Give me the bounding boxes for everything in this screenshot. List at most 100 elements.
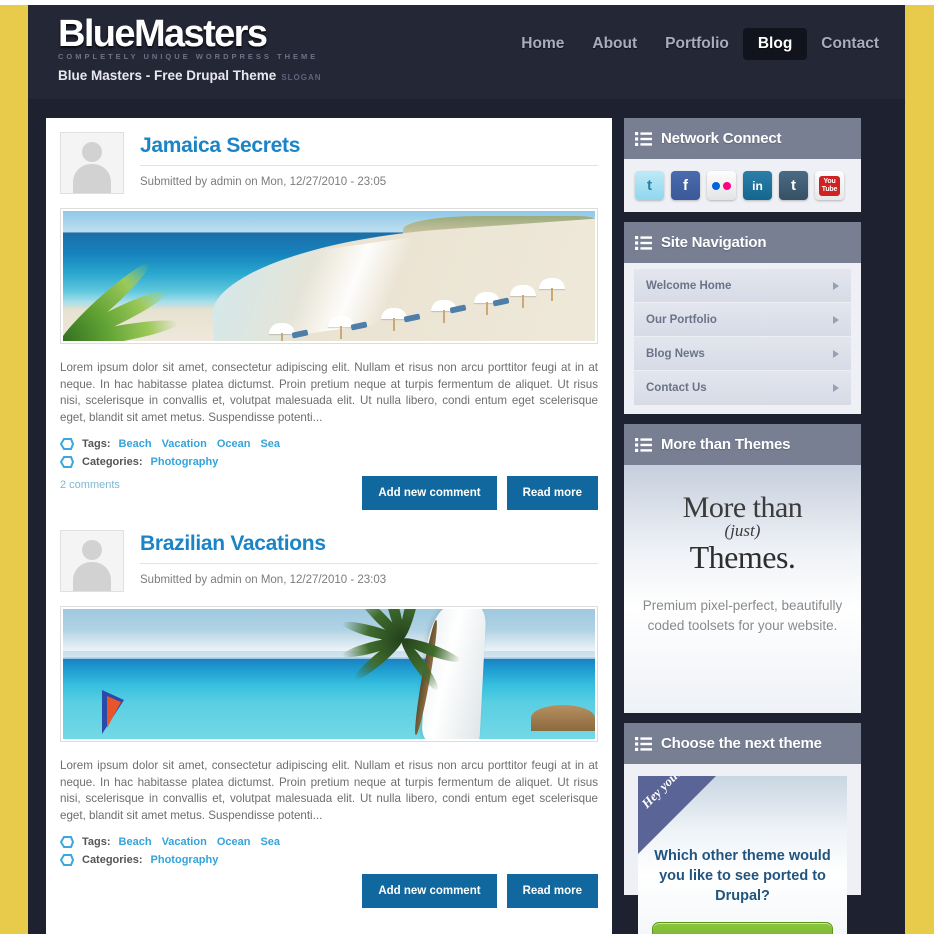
poll-question: Which other theme would you like to see … xyxy=(654,848,831,904)
list-icon xyxy=(635,437,652,452)
tags-terms: Beach Vacation Ocean Sea xyxy=(119,836,281,848)
youtube-icon[interactable]: You Tube xyxy=(815,171,844,200)
list-icon xyxy=(635,131,652,146)
sidebar-nav-welcome-home[interactable]: Welcome Home xyxy=(634,269,851,303)
tags-terms: Beach Vacation Ocean Sea xyxy=(119,438,281,450)
tag-icon xyxy=(60,438,74,450)
nav-item-home[interactable]: Home xyxy=(507,29,578,59)
beach-chair-icon xyxy=(449,304,467,314)
tag-link[interactable]: Beach xyxy=(119,438,152,450)
nav-item-about[interactable]: About xyxy=(578,29,651,59)
slogan-text: Blue Masters - Free Drupal Theme xyxy=(58,68,277,83)
sidebar-nav-our-portfolio[interactable]: Our Portfolio xyxy=(634,303,851,337)
post-actions: Add new comment Read more xyxy=(362,476,598,510)
logo-primary: Blue xyxy=(58,13,136,55)
widget-network-connect: Network Connect t f in t You Tube xyxy=(624,118,861,212)
columns: Jamaica Secrets Submitted by admin on Mo… xyxy=(46,118,887,934)
tags-row: Tags: Beach Vacation Ocean Sea xyxy=(60,836,598,848)
sidebar-nav-label: Blog News xyxy=(646,347,705,360)
poll-card[interactable]: Hey you! Which other theme would you lik… xyxy=(638,776,847,934)
main-navigation: Home About Portfolio Blog Contact xyxy=(507,28,893,60)
post-image[interactable] xyxy=(60,606,598,742)
sidebar: Network Connect t f in t You Tube Site N… xyxy=(624,118,861,934)
mtt-logo-line1: More than xyxy=(682,491,803,524)
read-more-button[interactable]: Read more xyxy=(506,874,598,908)
tags-label: Tags: xyxy=(82,836,111,848)
mtt-logo-just: (just) xyxy=(724,521,761,540)
post-header-meta: Jamaica Secrets Submitted by admin on Mo… xyxy=(140,132,598,194)
blog-post: Jamaica Secrets Submitted by admin on Mo… xyxy=(60,132,598,522)
jamaica-beach-photo xyxy=(63,211,595,341)
widget-header: More than Themes xyxy=(624,424,861,465)
windsurf-sail xyxy=(100,690,134,736)
beach-hut xyxy=(531,705,595,732)
add-new-comment-button[interactable]: Add new comment xyxy=(362,874,497,908)
sidebar-nav-contact-us[interactable]: Contact Us xyxy=(634,371,851,405)
slogan-tag: SLOGAN xyxy=(281,73,322,82)
tag-link[interactable]: Vacation xyxy=(162,438,207,450)
content-band: Jamaica Secrets Submitted by admin on Mo… xyxy=(28,99,905,934)
post-title[interactable]: Brazilian Vacations xyxy=(140,532,598,556)
tag-link[interactable]: Ocean xyxy=(217,836,251,848)
tag-link[interactable]: Sea xyxy=(260,836,280,848)
category-icon xyxy=(60,854,74,866)
post-submitted: Submitted by admin on Mon, 12/27/2010 - … xyxy=(140,176,387,188)
post-title[interactable]: Jamaica Secrets xyxy=(140,134,598,158)
tumblr-icon[interactable]: t xyxy=(779,171,808,200)
poll-vote-button[interactable] xyxy=(652,922,833,934)
comments-link[interactable]: 2 comments xyxy=(60,479,120,491)
palm-fronds-group xyxy=(63,240,350,341)
site-logo[interactable]: BlueMasters COMPLETELY UNIQUE WORDPRESS … xyxy=(58,13,318,61)
widget-body: t f in t You Tube xyxy=(624,159,861,212)
tag-link[interactable]: Sea xyxy=(260,438,280,450)
widget-body[interactable]: More than (just) Themes. Premium pixel-p… xyxy=(624,465,861,713)
post-footer: 2 comments Add new comment Read more xyxy=(60,476,598,522)
category-link[interactable]: Photography xyxy=(151,456,219,468)
widget-choose-next-theme: Choose the next theme Hey you! Which oth… xyxy=(624,723,861,934)
nav-item-contact[interactable]: Contact xyxy=(807,29,893,59)
social-links: t f in t You Tube xyxy=(635,171,850,200)
post-submitted: Submitted by admin on Mon, 12/27/2010 - … xyxy=(140,574,387,586)
categories-row: Categories: Photography xyxy=(60,854,598,866)
post-separator xyxy=(60,522,598,530)
post-footer: Add new comment Read more xyxy=(60,874,598,920)
flickr-icon[interactable] xyxy=(707,171,736,200)
post-actions: Add new comment Read more xyxy=(362,874,598,908)
twitter-icon[interactable]: t xyxy=(635,171,664,200)
nav-item-blog[interactable]: Blog xyxy=(742,28,808,60)
sidebar-nav-blog-news[interactable]: Blog News xyxy=(634,337,851,371)
widget-body: Welcome Home Our Portfolio Blog News Con… xyxy=(624,263,861,414)
title-divider xyxy=(140,563,598,564)
mtt-logo-line2: Themes. xyxy=(689,539,796,575)
widget-title: Site Navigation xyxy=(661,234,767,251)
tag-link[interactable]: Vacation xyxy=(162,836,207,848)
page-shell: BlueMasters COMPLETELY UNIQUE WORDPRESS … xyxy=(28,5,905,934)
post-image[interactable] xyxy=(60,208,598,344)
tag-link[interactable]: Ocean xyxy=(217,438,251,450)
linkedin-icon[interactable]: in xyxy=(743,171,772,200)
categories-label: Categories: xyxy=(82,854,143,866)
list-icon xyxy=(635,235,652,250)
list-icon xyxy=(635,736,652,751)
post-body: Lorem ipsum dolor sit amet, consectetur … xyxy=(60,759,598,822)
tags-label: Tags: xyxy=(82,438,111,450)
widget-title: More than Themes xyxy=(661,436,791,453)
tag-link[interactable]: Beach xyxy=(119,836,152,848)
facebook-icon[interactable]: f xyxy=(671,171,700,200)
nav-item-portfolio[interactable]: Portfolio xyxy=(651,29,743,59)
chevron-right-icon xyxy=(833,349,839,358)
category-link[interactable]: Photography xyxy=(151,854,219,866)
logo-secondary: Masters xyxy=(133,13,268,55)
windsurf-sail-orange xyxy=(107,696,122,729)
add-new-comment-button[interactable]: Add new comment xyxy=(362,476,497,510)
right-yellow-rail xyxy=(905,5,934,934)
title-divider xyxy=(140,165,598,166)
cloud-band xyxy=(63,629,595,651)
widget-more-than-themes: More than Themes More than (just) Themes… xyxy=(624,424,861,713)
post-taxonomy: Tags: Beach Vacation Ocean Sea Categorie… xyxy=(60,836,598,866)
widget-header: Choose the next theme xyxy=(624,723,861,764)
chevron-right-icon xyxy=(833,315,839,324)
chevron-right-icon xyxy=(833,384,839,392)
read-more-button[interactable]: Read more xyxy=(506,476,598,510)
umbrella-icon xyxy=(509,285,536,309)
